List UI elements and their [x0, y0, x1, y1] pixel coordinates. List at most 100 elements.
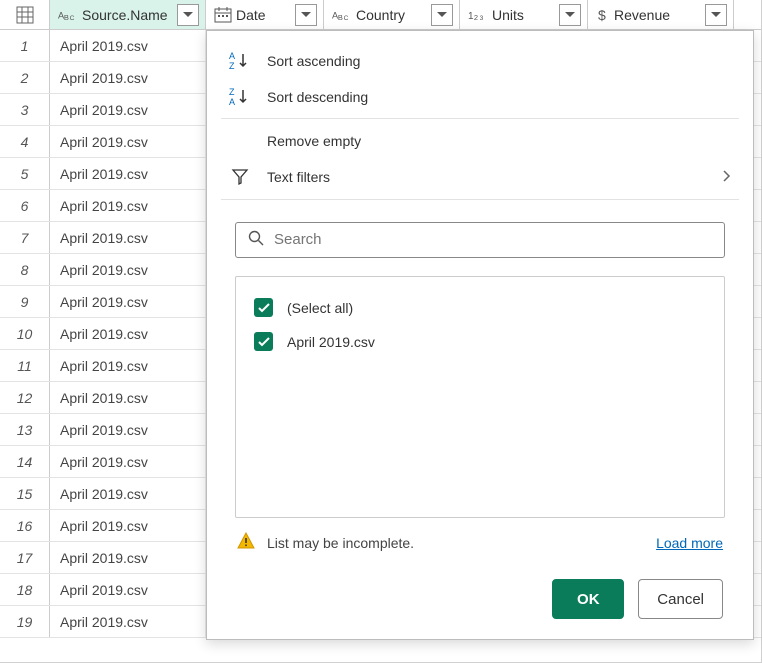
row-number: 3 [0, 94, 50, 125]
column-label: Date [236, 7, 291, 23]
svg-text:Z: Z [229, 87, 235, 97]
cell-source-name[interactable]: April 2019.csv [50, 446, 206, 477]
checkbox-checked-icon [254, 298, 273, 317]
svg-text:B: B [338, 13, 343, 22]
text-filters[interactable]: Text filters [207, 159, 753, 195]
filter-value-checkbox[interactable]: April 2019.csv [254, 325, 706, 359]
search-icon [248, 230, 264, 249]
svg-text:3: 3 [480, 15, 484, 22]
svg-text:A: A [229, 97, 235, 107]
chevron-down-icon [711, 12, 721, 18]
dialog-buttons: OK Cancel [207, 553, 753, 639]
warning-text: List may be incomplete. [267, 535, 414, 551]
sort-desc-icon: ZA [229, 87, 251, 107]
row-number: 6 [0, 190, 50, 221]
row-number: 5 [0, 158, 50, 189]
search-box[interactable] [235, 222, 725, 258]
text-type-icon: ABC [332, 7, 352, 23]
search-input[interactable] [274, 231, 712, 248]
cell-source-name[interactable]: April 2019.csv [50, 414, 206, 445]
table-icon [16, 6, 34, 24]
menu-separator [221, 118, 739, 119]
filter-dropdown-button[interactable] [431, 4, 453, 26]
remove-empty[interactable]: Remove empty [207, 123, 753, 159]
svg-text:C: C [344, 15, 349, 22]
text-type-icon: ABC [58, 7, 78, 23]
cell-source-name[interactable]: April 2019.csv [50, 126, 206, 157]
cell-source-name[interactable]: April 2019.csv [50, 382, 206, 413]
column-label: Source.Name [82, 7, 173, 23]
menu-label: Remove empty [267, 133, 361, 149]
row-number: 11 [0, 350, 50, 381]
row-number: 10 [0, 318, 50, 349]
chevron-right-icon [723, 169, 731, 185]
filter-dropdown-button[interactable] [705, 4, 727, 26]
load-more-link[interactable]: Load more [656, 535, 723, 551]
cell-source-name[interactable]: April 2019.csv [50, 350, 206, 381]
currency-type-icon: $ [596, 7, 610, 23]
incomplete-warning: List may be incomplete. Load more [207, 518, 753, 553]
menu-label: Sort descending [267, 89, 368, 105]
row-number: 1 [0, 30, 50, 61]
cell-source-name[interactable]: April 2019.csv [50, 158, 206, 189]
svg-text:C: C [70, 15, 75, 22]
cell-source-name[interactable]: April 2019.csv [50, 542, 206, 573]
sort-descending[interactable]: ZA Sort descending [207, 79, 753, 115]
cell-source-name[interactable]: April 2019.csv [50, 94, 206, 125]
cell-source-name[interactable]: April 2019.csv [50, 190, 206, 221]
svg-text:B: B [64, 13, 69, 22]
row-number: 18 [0, 574, 50, 605]
row-number: 16 [0, 510, 50, 541]
cell-source-name[interactable]: April 2019.csv [50, 478, 206, 509]
row-number: 19 [0, 606, 50, 637]
column-label: Units [492, 7, 555, 23]
number-type-icon: 123 [468, 7, 488, 23]
filter-dropdown-button[interactable] [177, 4, 199, 26]
row-number: 12 [0, 382, 50, 413]
column-header-source-name[interactable]: ABC Source.Name [50, 0, 206, 29]
menu-label: Text filters [267, 169, 330, 185]
row-number: 8 [0, 254, 50, 285]
chevron-down-icon [565, 12, 575, 18]
ok-button[interactable]: OK [552, 579, 624, 619]
column-header-country[interactable]: ABC Country [324, 0, 460, 29]
filter-dropdown-button[interactable] [559, 4, 581, 26]
chevron-down-icon [301, 12, 311, 18]
chevron-down-icon [183, 12, 193, 18]
cell-source-name[interactable]: April 2019.csv [50, 510, 206, 541]
sort-asc-icon: AZ [229, 51, 251, 71]
filter-values-list: (Select all) April 2019.csv [235, 276, 725, 518]
svg-text:2: 2 [474, 13, 478, 22]
row-number: 2 [0, 62, 50, 93]
chevron-down-icon [437, 12, 447, 18]
column-label: Revenue [614, 7, 701, 23]
row-number: 9 [0, 286, 50, 317]
row-number: 15 [0, 478, 50, 509]
svg-text:$: $ [598, 7, 606, 23]
column-header-revenue[interactable]: $ Revenue [588, 0, 734, 29]
cell-source-name[interactable]: April 2019.csv [50, 62, 206, 93]
cell-source-name[interactable]: April 2019.csv [50, 222, 206, 253]
menu-label: Sort ascending [267, 53, 360, 69]
cell-source-name[interactable]: April 2019.csv [50, 318, 206, 349]
cell-source-name[interactable]: April 2019.csv [50, 606, 206, 637]
row-number: 14 [0, 446, 50, 477]
cancel-button[interactable]: Cancel [638, 579, 723, 619]
funnel-icon [229, 168, 251, 186]
warning-icon [237, 532, 255, 553]
row-number: 4 [0, 126, 50, 157]
cell-source-name[interactable]: April 2019.csv [50, 30, 206, 61]
filter-dropdown-button[interactable] [295, 4, 317, 26]
checkbox-label: (Select all) [287, 300, 353, 316]
menu-separator [221, 199, 739, 200]
cell-source-name[interactable]: April 2019.csv [50, 254, 206, 285]
cell-source-name[interactable]: April 2019.csv [50, 286, 206, 317]
sort-ascending[interactable]: AZ Sort ascending [207, 43, 753, 79]
date-type-icon [214, 7, 232, 23]
column-header-date[interactable]: Date [206, 0, 324, 29]
select-all-checkbox[interactable]: (Select all) [254, 291, 706, 325]
table-corner[interactable] [0, 0, 50, 29]
column-header-units[interactable]: 123 Units [460, 0, 588, 29]
filter-panel: AZ Sort ascending ZA Sort descending Rem… [206, 30, 754, 640]
cell-source-name[interactable]: April 2019.csv [50, 574, 206, 605]
